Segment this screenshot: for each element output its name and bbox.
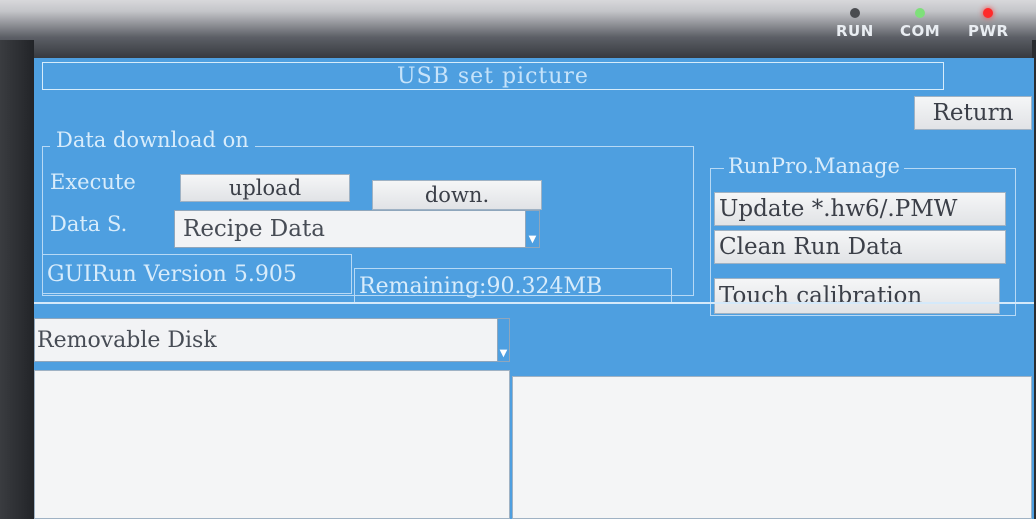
com-label: COM <box>900 22 941 40</box>
chevron-down-icon[interactable]: ▼ <box>525 211 539 247</box>
data-download-caption: Data download on <box>50 128 255 152</box>
remaining-space-display: Remaining:90.324MB <box>354 268 672 304</box>
pwr-indicator: PWR <box>968 8 1009 40</box>
data-source-label: Data S. <box>50 212 128 236</box>
section-divider <box>34 302 1034 304</box>
file-browser-pane[interactable] <box>34 370 510 519</box>
runpro-manage-caption: RunPro.Manage <box>724 154 904 178</box>
execute-label: Execute <box>50 170 136 194</box>
file-preview-pane[interactable] <box>512 376 1032 519</box>
page-title: USB set picture <box>397 63 589 89</box>
disk-select-value: Removable Disk <box>37 327 217 353</box>
pwr-label: PWR <box>968 22 1009 40</box>
clean-run-data-button[interactable]: Clean Run Data <box>714 230 1006 264</box>
disk-select[interactable]: Removable Disk ▼ <box>34 318 510 362</box>
data-source-select[interactable]: Recipe Data ▼ <box>174 210 540 248</box>
title-bar: USB set picture <box>42 62 944 90</box>
touch-calibration-button[interactable]: Touch calibration <box>714 278 1000 314</box>
device-bezel-top <box>0 0 1036 62</box>
version-display: GUIRun Version 5.905 <box>42 254 352 294</box>
run-led-icon <box>849 8 860 18</box>
download-button[interactable]: down. <box>372 180 542 210</box>
hmi-screen: USB set picture Return Data download on … <box>34 58 1034 519</box>
com-indicator: COM <box>900 8 940 40</box>
run-label: RUN <box>836 22 874 40</box>
com-led-icon <box>915 8 926 18</box>
update-firmware-button[interactable]: Update *.hw6/.PMW <box>714 192 1006 226</box>
pwr-led-icon <box>983 8 994 18</box>
data-source-value: Recipe Data <box>183 216 325 242</box>
run-indicator: RUN <box>836 8 874 40</box>
device-bezel-left <box>0 40 34 519</box>
return-button[interactable]: Return <box>914 96 1032 130</box>
chevron-down-icon[interactable]: ▼ <box>497 319 509 361</box>
upload-button[interactable]: upload <box>180 174 350 202</box>
